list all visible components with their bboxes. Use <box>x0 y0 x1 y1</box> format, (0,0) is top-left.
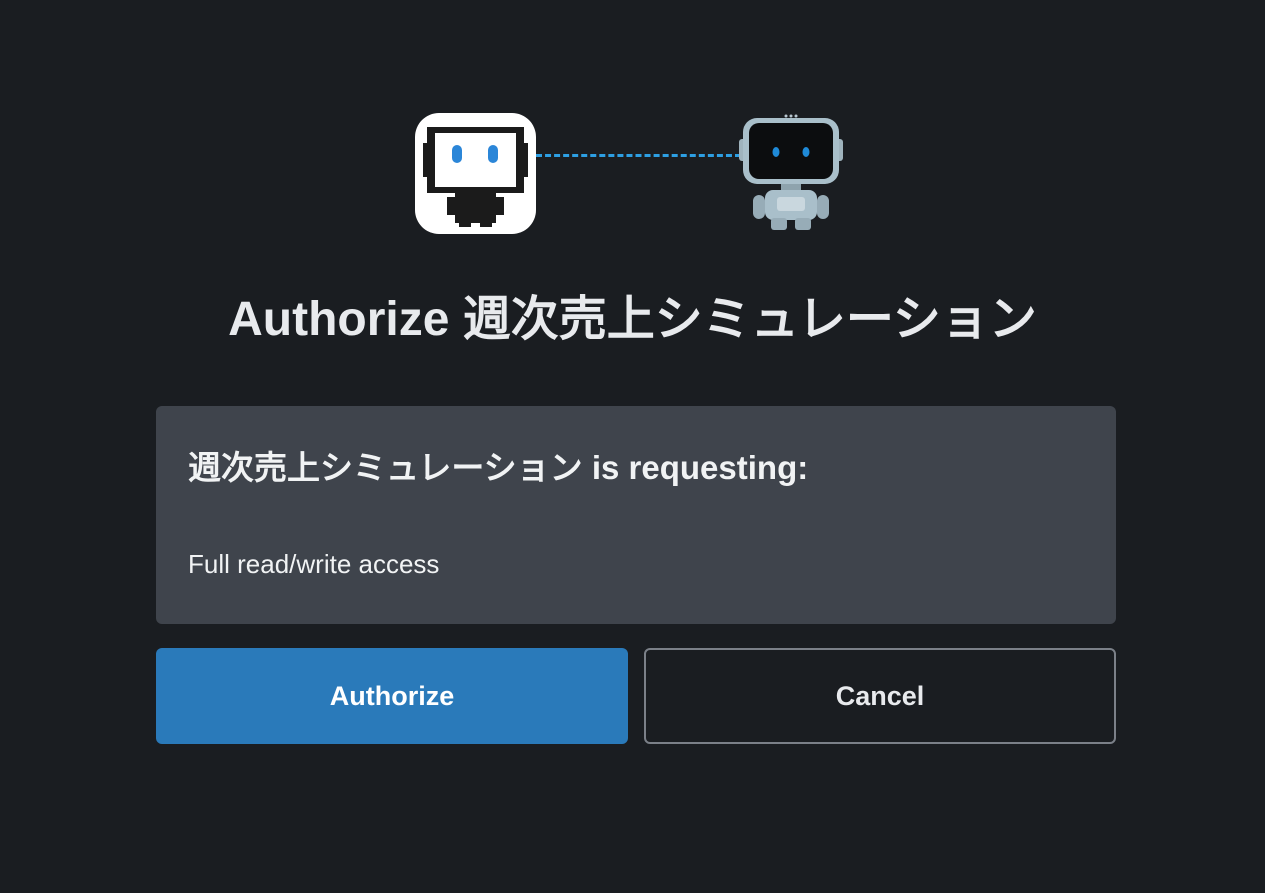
page-title: Authorize 週次売上シミュレーション <box>228 293 1037 346</box>
authorize-button[interactable]: Authorize <box>156 648 628 744</box>
robot-mascot-icon <box>737 113 847 235</box>
permission-request-panel <box>156 406 1116 624</box>
app-icon <box>415 113 536 234</box>
cancel-button[interactable]: Cancel <box>644 648 1116 744</box>
request-heading: 週次売上シミュレーション is requesting: <box>188 449 809 486</box>
pixel-robot-icon <box>423 127 528 227</box>
permission-scope-item: Full read/write access <box>188 549 440 579</box>
connection-dashed-line <box>536 154 741 157</box>
app-connection-logos <box>415 113 855 235</box>
